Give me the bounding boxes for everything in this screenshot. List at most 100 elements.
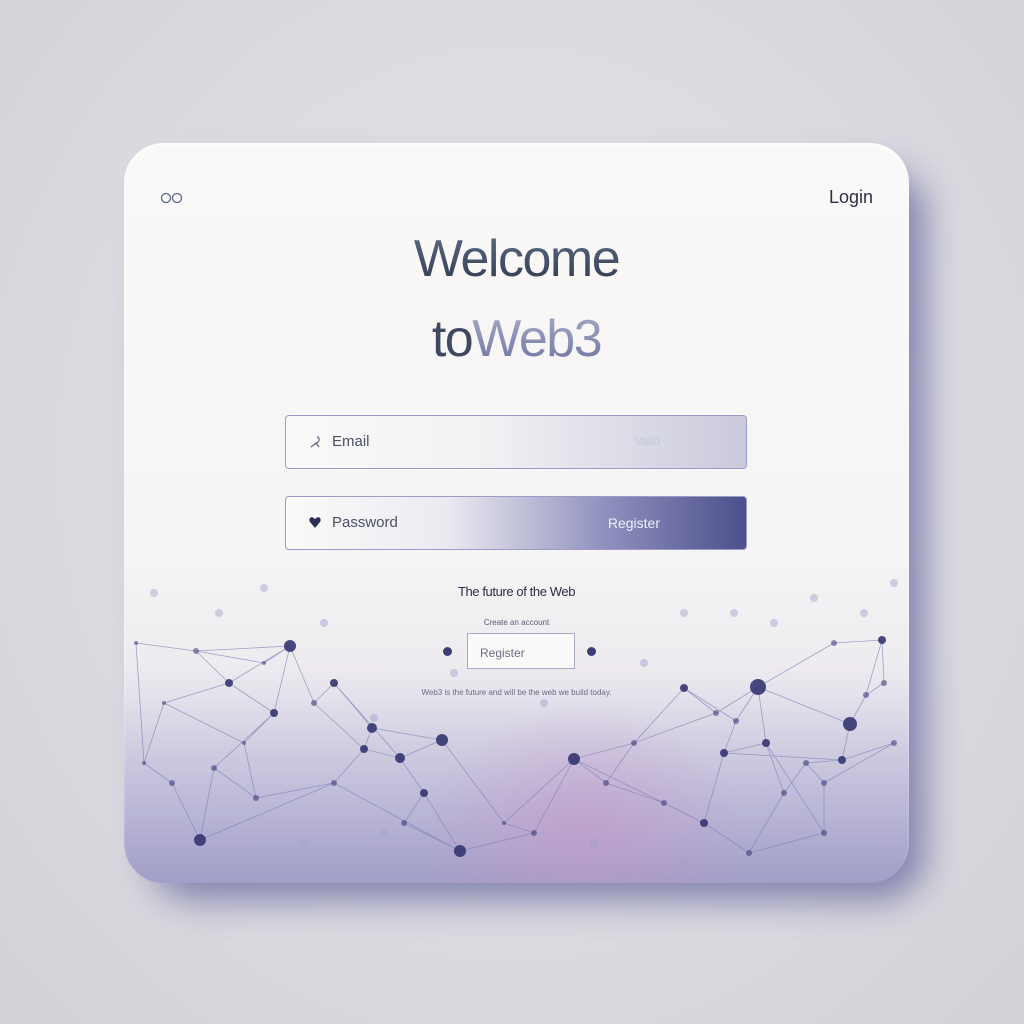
register-button[interactable]: Register <box>467 633 575 669</box>
network-edge <box>195 645 291 652</box>
title-word-web3: Web3 <box>472 310 602 368</box>
network-node <box>838 756 846 764</box>
email-field[interactable]: Email Valid <box>285 415 747 469</box>
network-node <box>169 780 175 786</box>
login-card: Login Welcome toWeb3 Email Valid Passwor… <box>124 143 909 883</box>
footer-note: Web3 is the future and will be the web w… <box>421 688 612 697</box>
network-node <box>603 780 609 786</box>
network-edge <box>143 702 165 764</box>
app-background: Login Welcome toWeb3 Email Valid Passwor… <box>0 0 1024 1024</box>
network-edge <box>663 802 705 824</box>
network-edge <box>171 782 201 841</box>
network-faint-node <box>590 839 598 847</box>
network-faint-node <box>680 859 688 867</box>
network-edge <box>363 748 401 759</box>
network-node <box>878 636 886 644</box>
network-edge <box>748 832 825 854</box>
page-title-line2: toWeb3 <box>124 313 909 365</box>
network-edge <box>213 712 275 769</box>
network-edge <box>503 822 535 834</box>
network-edge <box>805 762 825 784</box>
network-edge <box>757 642 835 688</box>
network-edge <box>865 639 883 696</box>
network-edge <box>135 642 197 652</box>
register-button-label: Register <box>480 646 525 660</box>
network-node <box>401 820 407 826</box>
network-edge <box>703 752 725 824</box>
network-node <box>420 789 428 797</box>
network-node <box>436 734 448 746</box>
right-dot <box>587 647 596 656</box>
network-node <box>242 741 246 745</box>
network-node <box>762 739 770 747</box>
network-node <box>821 830 827 836</box>
network-node <box>891 740 897 746</box>
network-edge <box>723 752 843 761</box>
network-node <box>454 845 466 857</box>
network-faint-node <box>680 609 688 617</box>
network-node <box>746 850 752 856</box>
network-edge <box>833 639 883 644</box>
network-faint-node <box>730 609 738 617</box>
network-edge <box>399 757 425 794</box>
network-edge <box>143 762 173 784</box>
network-node <box>253 795 259 801</box>
network-edge <box>765 742 785 794</box>
email-valid-hint: Valid <box>634 434 660 448</box>
heart-icon <box>309 517 321 528</box>
network-node <box>713 710 719 716</box>
network-node <box>831 640 837 646</box>
network-edge <box>403 792 425 824</box>
network-node <box>367 723 377 733</box>
network-edge <box>135 642 145 764</box>
network-edge <box>703 822 750 854</box>
left-dot <box>443 647 452 656</box>
network-edge <box>723 720 737 754</box>
network-node <box>225 679 233 687</box>
network-edge <box>633 712 717 744</box>
network-node <box>502 821 506 825</box>
network-node <box>194 834 206 846</box>
network-node <box>661 800 667 806</box>
password-field[interactable]: Password Register <box>285 496 747 550</box>
network-edge <box>805 759 843 764</box>
network-edge <box>573 758 665 804</box>
title-word-to: to <box>431 310 474 368</box>
email-placeholder: Email <box>332 433 370 450</box>
network-edge <box>163 702 245 744</box>
network-edge <box>441 739 505 824</box>
network-node <box>531 830 537 836</box>
network-faint-node <box>860 609 868 617</box>
network-node <box>330 679 338 687</box>
network-node <box>193 648 199 654</box>
tagline: The future of the Web <box>457 584 576 599</box>
network-edge <box>213 767 257 799</box>
password-placeholder: Password <box>332 514 398 531</box>
register-caption: Create an account <box>483 618 550 627</box>
network-node <box>142 761 146 765</box>
network-faint-node <box>450 669 458 677</box>
network-edge <box>503 758 575 824</box>
user-icon <box>310 436 320 448</box>
network-edge <box>333 782 461 852</box>
network-node <box>568 753 580 765</box>
network-edge <box>573 742 635 760</box>
network-edge <box>255 782 335 799</box>
network-faint-node <box>370 714 378 722</box>
network-edge <box>399 739 443 759</box>
network-node <box>162 701 166 705</box>
two-circles-icon[interactable] <box>160 191 188 205</box>
network-node <box>803 760 809 766</box>
network-node <box>211 765 217 771</box>
network-faint-node <box>540 699 548 707</box>
network-node <box>134 641 138 645</box>
password-register-button[interactable]: Register <box>608 515 660 531</box>
network-faint-node <box>215 609 223 617</box>
login-link[interactable]: Login <box>829 187 873 208</box>
network-node <box>700 819 708 827</box>
network-node <box>881 680 887 686</box>
network-node <box>360 745 368 753</box>
network-edge <box>765 742 825 834</box>
network-node <box>311 700 317 706</box>
network-edge <box>605 782 665 804</box>
